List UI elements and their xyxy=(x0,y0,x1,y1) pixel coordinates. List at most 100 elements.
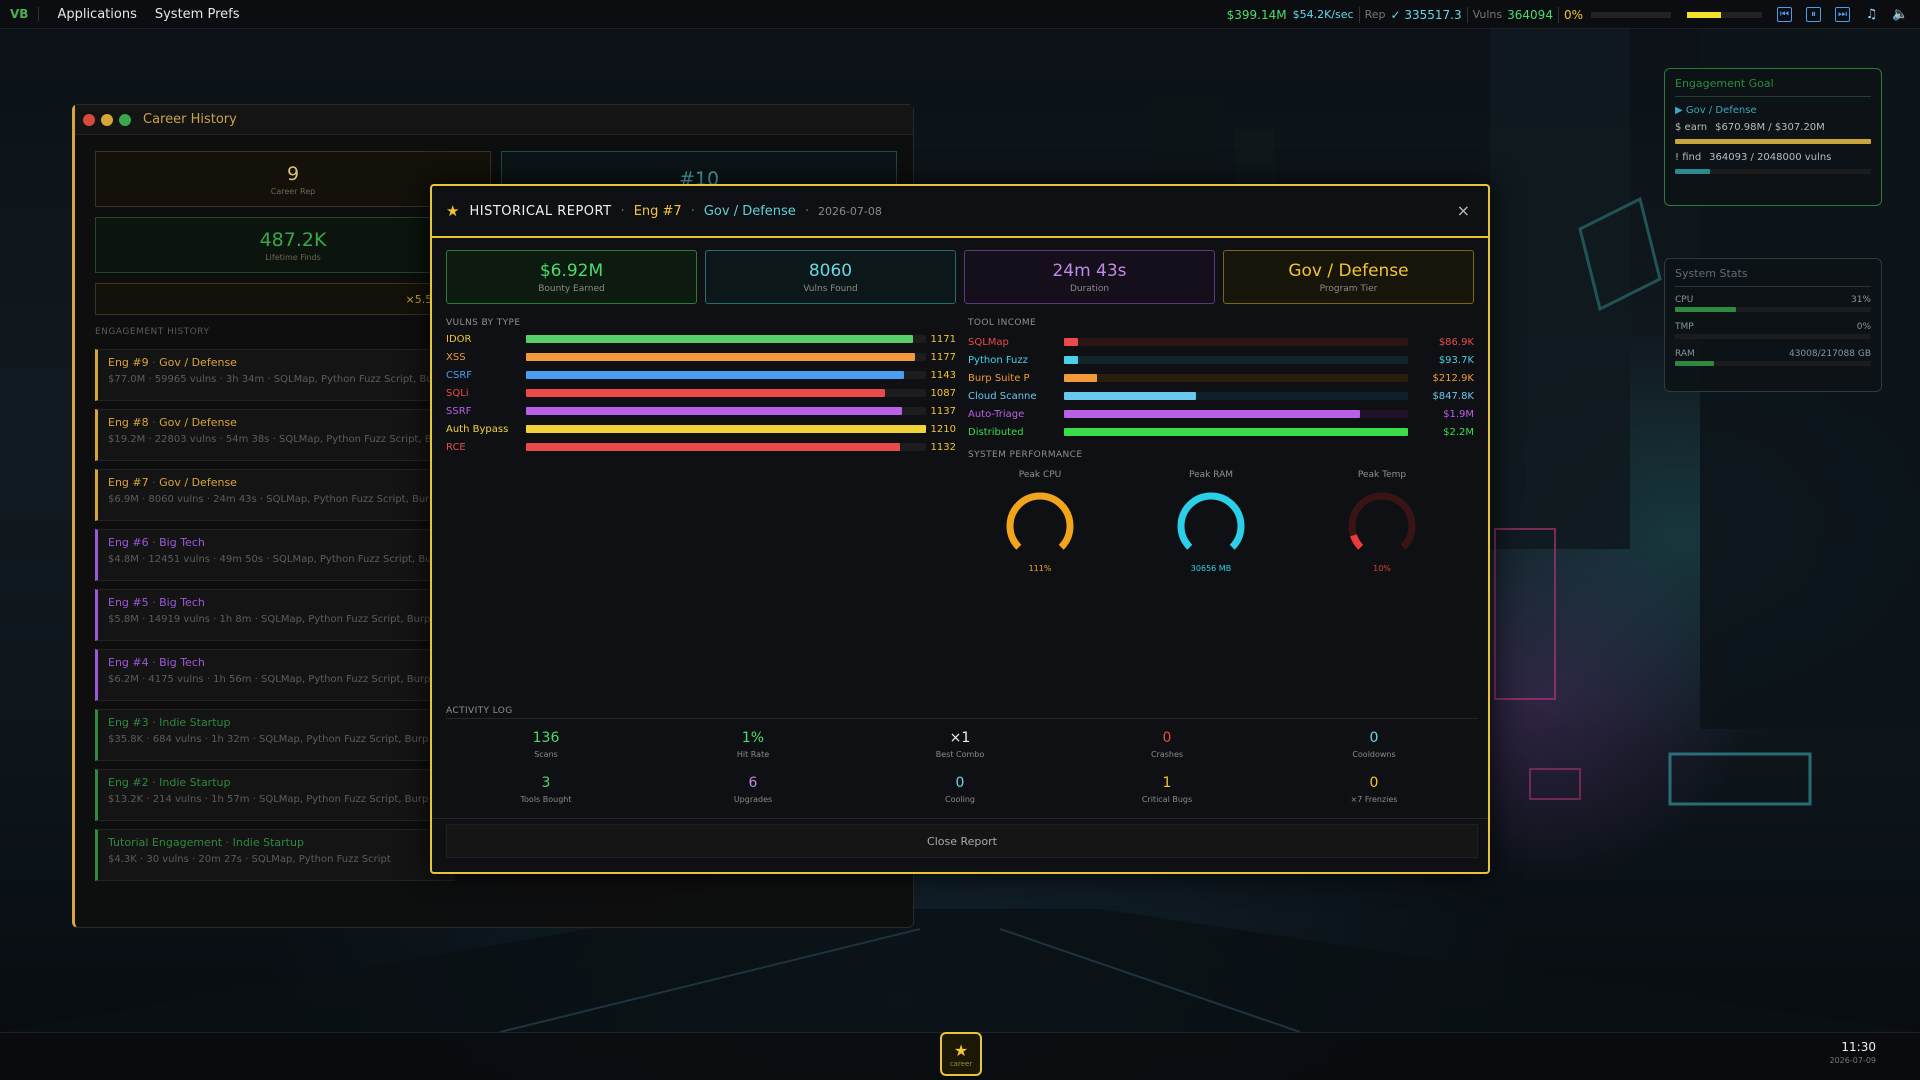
engagement-row[interactable]: Eng #3 · Indie Startup $35.8K · 684 vulns… xyxy=(95,709,455,761)
engagement-title: Eng #3 xyxy=(108,716,149,729)
cpu-row: CPU 31% xyxy=(1675,295,1871,305)
tool-name: SQLMap xyxy=(968,336,1009,348)
find-progress-bar xyxy=(1675,169,1871,174)
separator-dot: · xyxy=(148,596,160,609)
vuln-name: Auth Bypass xyxy=(446,423,509,435)
separator-dot: · xyxy=(148,416,160,429)
vuln-count: 1177 xyxy=(930,351,956,363)
activity-label: Crashes xyxy=(1150,750,1184,759)
star-icon: ★ xyxy=(446,202,460,220)
vuln-bar xyxy=(526,443,901,451)
separator-dot: · xyxy=(148,656,160,669)
tool-bar-track xyxy=(1064,338,1408,346)
find-label: ! find xyxy=(1675,152,1702,163)
tool-income: $212.9K xyxy=(1432,372,1474,384)
engagement-row[interactable]: Eng #9 · Gov / Defense $77.0M · 59965 vul… xyxy=(95,349,455,401)
activity-label: Best Combo xyxy=(935,750,985,759)
yellow-meter xyxy=(1687,11,1762,18)
divider xyxy=(432,818,1488,819)
window-titlebar[interactable]: Career History xyxy=(75,105,913,135)
activity-label: Critical Bugs xyxy=(1141,795,1193,804)
minimize-window-button[interactable] xyxy=(101,113,113,126)
activity-stat: 136 Scans xyxy=(446,730,646,759)
engagement-row[interactable]: Eng #2 · Indie Startup $13.2K · 214 vulns… xyxy=(95,769,455,821)
activity-stat: 0 ×7 Frenzies xyxy=(1274,775,1474,804)
engagement-title-line: Eng #8 · Gov / Defense xyxy=(108,416,455,429)
engagement-title-line: Tutorial Engagement · Indie Startup xyxy=(108,836,455,849)
tmp-row: TMP 0% xyxy=(1675,322,1871,332)
menu-applications[interactable]: Applications xyxy=(57,7,136,22)
engagement-tier: Gov / Defense xyxy=(159,416,237,429)
activity-value: 1 xyxy=(1162,775,1172,791)
engagement-row[interactable]: Eng #5 · Big Tech $5.8M · 14919 vulns · 1… xyxy=(95,589,455,641)
pause-icon[interactable]: ⏸ xyxy=(1806,7,1821,22)
tool-row: Auto-Triage $1.9M xyxy=(968,407,1478,421)
gauge-dial xyxy=(1006,492,1074,550)
engagement-row[interactable]: Eng #7 · Gov / Defense $6.9M · 8060 vulns… xyxy=(95,469,455,521)
engagement-title: Eng #9 xyxy=(108,356,149,369)
vuln-count: 1210 xyxy=(930,423,956,435)
engagement-row[interactable]: Eng #8 · Gov / Defense $19.2M · 22803 vul… xyxy=(95,409,455,461)
card-value: $6.92M xyxy=(539,260,604,281)
cpu-label: CPU xyxy=(1675,295,1694,305)
engagement-row[interactable]: Tutorial Engagement · Indie Startup $4.3K… xyxy=(95,829,455,881)
activity-value: 0 xyxy=(955,775,965,791)
separator-dot: · xyxy=(148,776,160,789)
engagement-title-line: Eng #4 · Big Tech xyxy=(108,656,455,669)
card-value: Gov / Defense xyxy=(1288,260,1409,281)
tool-bar-track xyxy=(1064,410,1408,418)
engagement-title: Tutorial Engagement xyxy=(108,836,223,849)
close-report-button[interactable]: Close Report xyxy=(446,824,1478,858)
ram-row: RAM 43008/217088 GB xyxy=(1675,349,1871,359)
tool-income: $2.2M xyxy=(1443,426,1474,438)
engagement-title-line: Eng #6 · Big Tech xyxy=(108,536,455,549)
vuln-bar-track xyxy=(526,407,926,415)
vuln-row: SSRF 1137 xyxy=(446,404,956,418)
vuln-name: IDOR xyxy=(446,333,472,345)
goal-find: ! find 364093 / 2048000 vulns xyxy=(1675,152,1871,163)
engagement-title: Eng #7 xyxy=(108,476,149,489)
maximize-window-button[interactable] xyxy=(119,113,131,126)
earn-progress-fill xyxy=(1675,139,1871,144)
rep-label: Rep xyxy=(1364,8,1386,21)
activity-label: Tools Bought xyxy=(520,795,572,804)
system-stats-widget: System Stats CPU 31% TMP 0% RAM 43008/21708… xyxy=(1664,258,1882,392)
app-logo[interactable]: VB xyxy=(0,7,40,21)
menu-system-prefs[interactable]: System Prefs xyxy=(155,7,240,22)
rep-value: ✓ 335517.3 xyxy=(1390,7,1462,22)
tool-income: $847.8K xyxy=(1432,390,1474,402)
engagement-tier: Gov / Defense xyxy=(159,476,237,489)
progress-bar xyxy=(1591,11,1671,18)
activity-stat: 0 Cooling xyxy=(860,775,1060,804)
earn-progress-bar xyxy=(1675,139,1871,144)
tool-bar-track xyxy=(1064,392,1408,400)
engagement-row[interactable]: Eng #6 · Big Tech $4.8M · 12451 vulns · 4… xyxy=(95,529,455,581)
engagement-row[interactable]: Eng #4 · Big Tech $6.2M · 4175 vulns · 1h… xyxy=(95,649,455,701)
vuln-row: Auth Bypass 1210 xyxy=(446,422,956,436)
tmp-value: 0% xyxy=(1856,322,1871,332)
close-icon[interactable]: × xyxy=(1457,201,1470,220)
music-note-icon[interactable]: ♫ xyxy=(1864,7,1879,22)
tool-income-heading: TOOL INCOME xyxy=(968,318,1037,328)
engagement-details: $4.8M · 12451 vulns · 49m 50s · SQLMap, … xyxy=(108,554,436,565)
divider xyxy=(1358,6,1360,23)
vuln-count: 1137 xyxy=(930,405,956,417)
tool-name: Cloud Scanne xyxy=(968,390,1037,402)
engagement-title-line: Eng #5 · Big Tech xyxy=(108,596,455,609)
taskbar-career-button[interactable]: ★ career xyxy=(940,1032,982,1076)
taskbar-app-label: career xyxy=(949,1059,973,1068)
tool-bar xyxy=(1064,392,1197,400)
tool-row: Python Fuzz $93.7K xyxy=(968,353,1478,367)
vuln-bar xyxy=(526,335,914,343)
activity-value: 6 xyxy=(748,775,758,791)
engagement-tier: Indie Startup xyxy=(159,776,231,789)
volume-icon[interactable]: 🔈 xyxy=(1892,7,1908,22)
tool-name: Python Fuzz xyxy=(968,354,1028,366)
prev-track-icon[interactable]: ⏮ xyxy=(1777,7,1792,22)
next-track-icon[interactable]: ⏭ xyxy=(1835,7,1850,22)
separator-dot: · xyxy=(148,716,160,729)
close-window-button[interactable] xyxy=(83,113,95,126)
gauge-fill xyxy=(1350,534,1364,550)
tool-bar xyxy=(1064,410,1360,418)
separator-dot: · xyxy=(690,203,695,219)
